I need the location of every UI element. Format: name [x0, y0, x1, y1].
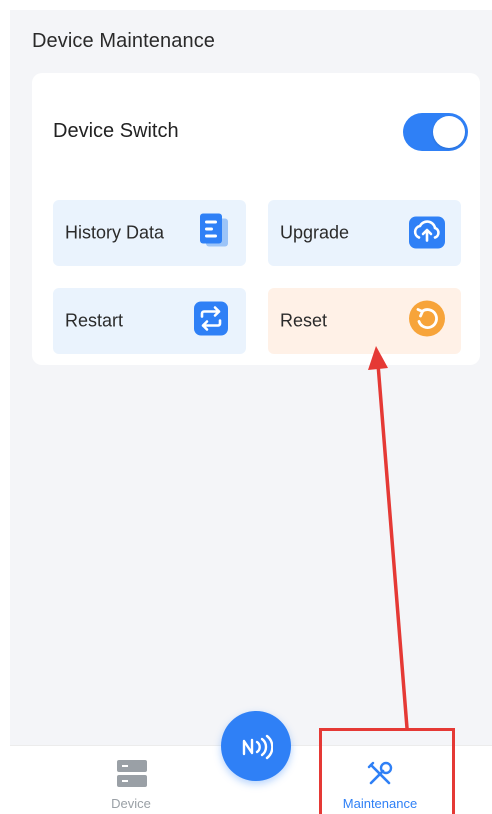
cloud-upload-icon: [407, 211, 447, 256]
document-icon: [194, 211, 234, 256]
tab-device-label: Device: [111, 796, 151, 811]
restart-button[interactable]: Restart: [53, 288, 246, 354]
device-switch-toggle[interactable]: [403, 113, 468, 151]
history-data-button[interactable]: History Data: [53, 200, 246, 266]
history-data-label: History Data: [65, 222, 165, 243]
nfc-icon: [241, 733, 274, 766]
toggle-knob: [433, 116, 465, 148]
maintenance-card: Device Switch History Data Upgrade Resta…: [32, 73, 480, 365]
upgrade-label: Upgrade: [280, 222, 350, 243]
screen: Device Maintenance Device Switch History…: [10, 10, 492, 814]
reset-icon: [407, 299, 447, 344]
page-title: Device Maintenance: [32, 30, 216, 52]
upgrade-button[interactable]: Upgrade: [268, 200, 461, 266]
nfc-fab-button[interactable]: [221, 711, 291, 781]
restart-label: Restart: [65, 310, 124, 331]
reset-button[interactable]: Reset: [268, 288, 461, 354]
tab-device[interactable]: Device: [72, 746, 190, 814]
server-icon: [116, 759, 148, 794]
device-switch-label: Device Switch: [53, 120, 179, 142]
annotation-highlight-box: [319, 728, 455, 814]
restart-icon: [191, 299, 231, 344]
reset-label: Reset: [280, 310, 328, 331]
